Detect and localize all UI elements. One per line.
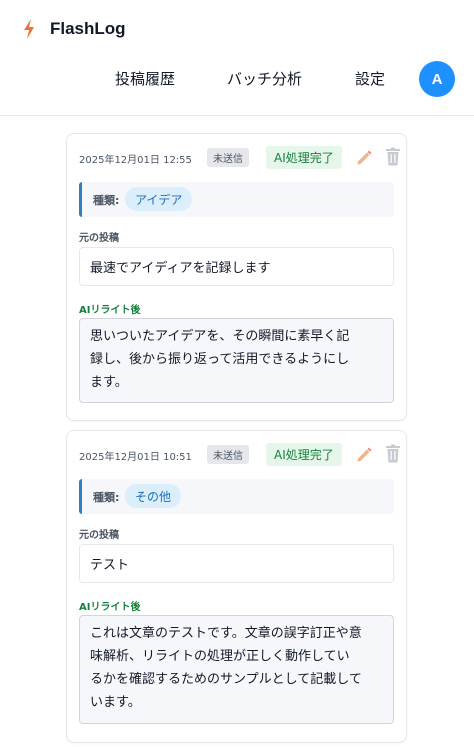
- ai-rewrite-line: 味解析、リライトの処理が正しく動作してい: [90, 649, 350, 664]
- post-card: 2025年12月01日 12:55 未送信 AI処理完了 種類: アイデア 元の…: [66, 133, 407, 421]
- ai-status-badge: AI処理完了: [266, 443, 342, 466]
- original-post-text: 最速でアイディアを記録します: [79, 247, 394, 286]
- post-card: 2025年12月01日 10:51 未送信 AI処理完了 種類: その他 元の投…: [66, 430, 407, 743]
- category-bar: 種類: アイデア: [79, 182, 394, 217]
- send-status-badge: 未送信: [207, 445, 249, 464]
- send-status-badge: 未送信: [207, 148, 249, 167]
- ai-rewrite-line: るかを確認するためのサンプルとして記載して: [90, 672, 362, 687]
- app-header: FlashLog 投稿履歴 バッチ分析 設定 A: [0, 0, 474, 116]
- category-label: 種類:: [93, 491, 120, 504]
- nav-history[interactable]: 投稿履歴: [115, 68, 175, 89]
- category-tag[interactable]: アイデア: [125, 187, 193, 211]
- post-timestamp: 2025年12月01日 10:51: [79, 452, 192, 463]
- category-bar: 種類: その他: [79, 479, 394, 514]
- trash-icon[interactable]: [384, 444, 402, 464]
- ai-rewrite-line: います。: [90, 695, 141, 710]
- nav-batch-analysis[interactable]: バッチ分析: [227, 68, 302, 89]
- user-avatar[interactable]: A: [419, 61, 455, 97]
- ai-rewrite-line: 思いついたアイデアを、その瞬間に素早く記: [90, 329, 350, 344]
- ai-rewrite-line: これは文章のテストです。文章の誤字訂正や意: [90, 626, 362, 641]
- trash-icon[interactable]: [384, 147, 402, 167]
- brand[interactable]: FlashLog: [22, 16, 126, 42]
- nav-settings[interactable]: 設定: [355, 68, 385, 89]
- post-card-header: 2025年12月01日 10:51 未送信 AI処理完了: [79, 443, 400, 467]
- post-card-header: 2025年12月01日 12:55 未送信 AI処理完了: [79, 146, 400, 170]
- pencil-icon[interactable]: [354, 444, 374, 464]
- original-post-label: 元の投稿: [79, 233, 119, 244]
- category-tag[interactable]: その他: [125, 484, 182, 508]
- ai-rewrite-label: AIリライト後: [79, 305, 141, 316]
- main-nav: 投稿履歴 バッチ分析 設定: [0, 62, 474, 96]
- category-label: 種類:: [93, 194, 120, 207]
- post-timestamp: 2025年12月01日 12:55: [79, 155, 192, 166]
- ai-rewrite-label: AIリライト後: [79, 602, 141, 613]
- pencil-icon[interactable]: [354, 147, 374, 167]
- ai-rewrite-line: ます。: [90, 375, 128, 390]
- ai-rewrite-text: これは文章のテストです。文章の誤字訂正や意 味解析、リライトの処理が正しく動作し…: [79, 615, 394, 724]
- lightning-icon: [24, 19, 34, 39]
- ai-status-badge: AI処理完了: [266, 146, 342, 169]
- ai-rewrite-line: 録し、後から振り返って活用できるようにし: [90, 352, 350, 367]
- original-post-label: 元の投稿: [79, 530, 119, 541]
- ai-rewrite-text: 思いついたアイデアを、その瞬間に素早く記 録し、後から振り返って活用できるように…: [79, 318, 394, 403]
- brand-name: FlashLog: [50, 19, 126, 38]
- original-post-text: テスト: [79, 544, 394, 583]
